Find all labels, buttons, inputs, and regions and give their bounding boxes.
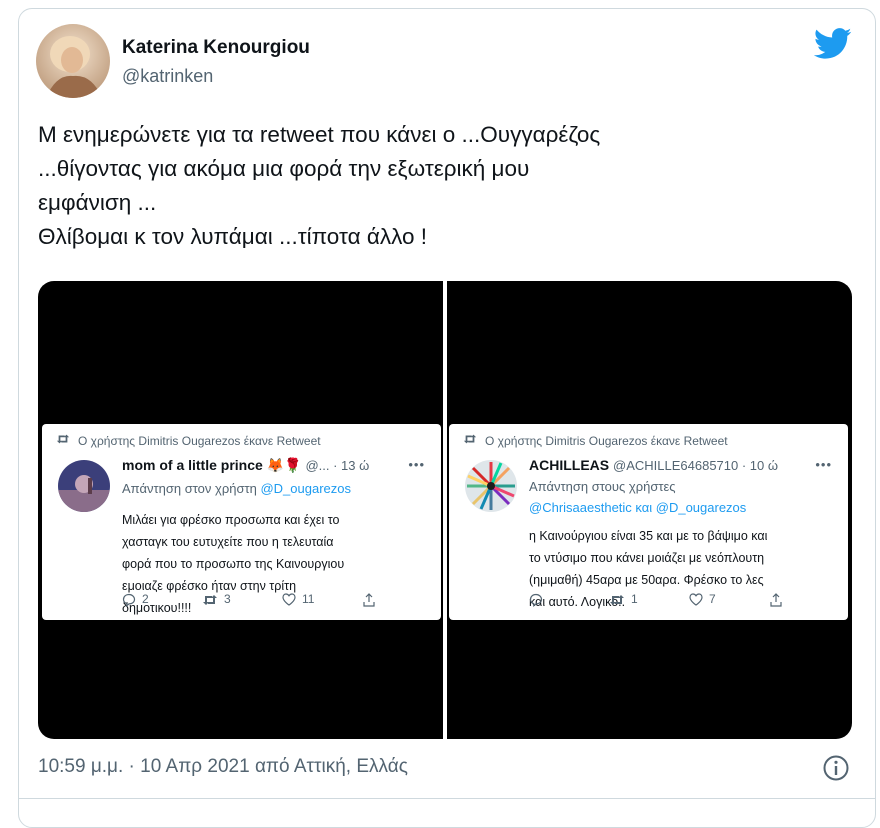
reply-prefix: Απάντηση στον χρήστη bbox=[122, 481, 261, 496]
user-name[interactable]: ACHILLEAS @ACHILLE64685710 · 10 ώ bbox=[529, 457, 778, 473]
retweet-action[interactable]: 1 bbox=[609, 592, 638, 606]
author-name[interactable]: Katerina Kenourgiou bbox=[122, 37, 310, 59]
share-action[interactable] bbox=[769, 592, 789, 607]
reply-context-label: Απάντηση στους χρήστες bbox=[529, 479, 676, 494]
retweet-notice: Ο χρήστης Dimitris Ougarezos έκανε Retwe… bbox=[56, 434, 321, 448]
share-action[interactable] bbox=[362, 592, 382, 607]
retweet-icon bbox=[203, 594, 217, 605]
like-action[interactable]: 7 bbox=[689, 592, 716, 607]
body-line: χασταγκ του ευτυχείτε που η τελευταία bbox=[122, 535, 334, 549]
retweet-count: 1 bbox=[631, 592, 638, 606]
retweet-count: 3 bbox=[224, 592, 231, 606]
tweet-line: Θλίβομαι κ τον λυπάμαι ...τίποτα άλλο ! bbox=[38, 224, 428, 249]
author-handle[interactable]: @katrinken bbox=[122, 66, 213, 87]
user-handle-time: @... · 13 ώ bbox=[305, 458, 370, 473]
user-handle-time: @ACHILLE64685710 · 10 ώ bbox=[613, 458, 779, 473]
retweet-action[interactable]: 3 bbox=[202, 592, 231, 606]
reply-count: 2 bbox=[142, 592, 149, 606]
reply-action[interactable]: 2 bbox=[122, 592, 149, 607]
retweet-notice: Ο χρήστης Dimitris Ougarezos έκανε Retwe… bbox=[463, 434, 728, 448]
user-avatar[interactable] bbox=[465, 460, 517, 512]
author-avatar[interactable] bbox=[36, 24, 110, 98]
media-divider bbox=[443, 281, 447, 739]
embedded-screenshot-right[interactable]: Ο χρήστης Dimitris Ougarezos έκανε Retwe… bbox=[449, 424, 848, 620]
more-icon[interactable]: ••• bbox=[408, 457, 425, 472]
tweet-line: ...θίγοντας για ακόμα μια φορά την εξωτε… bbox=[38, 156, 530, 181]
action-bar: 2 3 11 bbox=[122, 592, 412, 610]
user-avatar[interactable] bbox=[58, 460, 110, 512]
reply-context: Απάντηση στον χρήστη @D_ougarezos bbox=[122, 481, 351, 496]
tweet-line: εμφάνιση ... bbox=[38, 190, 157, 215]
reply-mention[interactable]: @D_ougarezos bbox=[260, 481, 351, 496]
like-action[interactable]: 11 bbox=[282, 592, 315, 607]
like-icon bbox=[689, 593, 703, 607]
retweet-icon bbox=[610, 594, 624, 605]
body-line: Μιλάει για φρέσκο προσωπα και έχει το bbox=[122, 513, 340, 527]
tweet-media[interactable]: Ο χρήστης Dimitris Ougarezos έκανε Retwe… bbox=[38, 281, 852, 739]
body-line: η Καινούργιου είναι 35 και με το βάψιμο … bbox=[529, 529, 768, 543]
user-display-name[interactable]: ACHILLEAS bbox=[529, 457, 609, 473]
like-count: 7 bbox=[709, 592, 716, 606]
retweet-icon bbox=[56, 434, 70, 444]
body-line: φορά που το προσωπο της Καινουργιου bbox=[122, 557, 345, 571]
reply-icon bbox=[122, 593, 136, 607]
share-icon bbox=[363, 592, 375, 607]
embedded-screenshot-left[interactable]: Ο χρήστης Dimitris Ougarezos έκανε Retwe… bbox=[42, 424, 441, 620]
reply-icon bbox=[529, 593, 543, 607]
reply-mentions[interactable]: @Chrisaaesthetic και @D_ougarezos bbox=[529, 500, 746, 515]
info-icon[interactable] bbox=[822, 754, 850, 782]
retweet-icon bbox=[463, 434, 477, 444]
user-name[interactable]: mom of a little prince 🦊🌹 @... · 13 ώ bbox=[122, 457, 369, 474]
reply-action[interactable] bbox=[529, 592, 549, 607]
tweet-text: Μ ενημερώνετε για τα retweet που κάνει ο… bbox=[38, 118, 838, 254]
more-icon[interactable]: ••• bbox=[815, 457, 832, 472]
like-count: 11 bbox=[302, 592, 315, 606]
share-icon bbox=[770, 592, 782, 607]
action-bar: 1 7 bbox=[529, 592, 819, 610]
body-line: (ημιμαθή) 45αρα με 50αρα. Φρέσκο το λες bbox=[529, 573, 764, 587]
tweet-timestamp[interactable]: 10:59 μ.μ. · 10 Απρ 2021 από Αττική, Ελλ… bbox=[38, 756, 408, 778]
like-icon bbox=[282, 593, 296, 607]
retweet-notice-text: Ο χρήστης Dimitris Ougarezos έκανε Retwe… bbox=[485, 434, 728, 448]
retweet-notice-text: Ο χρήστης Dimitris Ougarezos έκανε Retwe… bbox=[78, 434, 321, 448]
tweet-line: Μ ενημερώνετε για τα retweet που κάνει ο… bbox=[38, 122, 601, 147]
user-display-name[interactable]: mom of a little prince 🦊🌹 bbox=[122, 457, 302, 473]
body-line: το ντύσιμο που κάνει μοιάζει με νεόπλουτ… bbox=[529, 551, 765, 565]
twitter-bird-icon[interactable] bbox=[814, 28, 852, 60]
card-divider bbox=[18, 798, 876, 799]
